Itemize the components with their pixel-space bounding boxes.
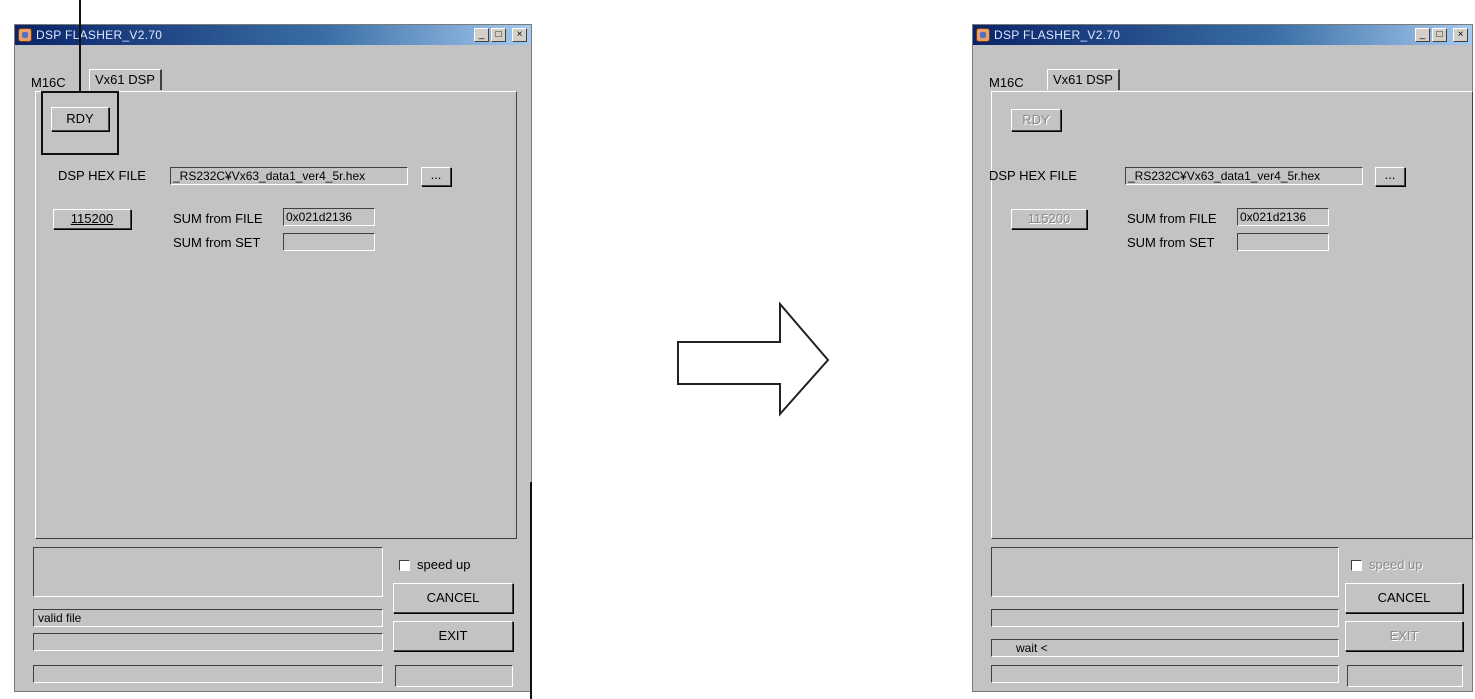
tab-m16c[interactable]: M16C <box>989 75 1024 90</box>
tab-m16c[interactable]: M16C <box>31 75 66 90</box>
minimize-button[interactable]: _ <box>474 28 489 42</box>
message-box <box>33 547 383 597</box>
tab-panel <box>35 91 517 539</box>
dsp-hex-file-field[interactable]: _RS232C¥Vx63_data1_ver4_5r.hex <box>170 167 408 185</box>
progress-box <box>1347 665 1463 687</box>
browse-button[interactable]: ... <box>1375 167 1405 186</box>
cancel-button[interactable]: CANCEL <box>1345 583 1463 613</box>
message-box <box>991 547 1339 597</box>
baud-rate-button[interactable]: 115200 <box>53 209 131 229</box>
close-button[interactable]: × <box>512 28 527 42</box>
app-icon <box>976 28 990 42</box>
sum-from-set-field <box>1237 233 1329 251</box>
left-dsp-flasher-window: DSP FLASHER_V2.70 _ □ × M16C Vx61 DSP RD… <box>14 24 532 692</box>
close-button[interactable]: × <box>1453 28 1468 42</box>
maximize-button[interactable]: □ <box>1432 28 1447 42</box>
sum-from-set-label: SUM from SET <box>173 235 261 250</box>
status-line-1 <box>991 609 1339 627</box>
baud-rate-button[interactable]: 115200 <box>1011 209 1087 229</box>
tab-panel <box>991 91 1473 539</box>
speed-up-label: speed up <box>417 557 471 572</box>
highlight-box <box>41 91 119 155</box>
status-line-2: wait < <box>991 639 1339 657</box>
sum-from-file-field: 0x021d2136 <box>283 208 375 226</box>
right-arrow-outline-icon <box>677 302 830 417</box>
title-bar[interactable]: DSP FLASHER_V2.70 _ □ × <box>15 25 531 45</box>
window-title: DSP FLASHER_V2.70 <box>36 28 163 42</box>
speed-up-checkbox[interactable] <box>399 560 410 571</box>
cancel-button[interactable]: CANCEL <box>393 583 513 613</box>
sum-from-set-field <box>283 233 375 251</box>
app-icon <box>18 28 32 42</box>
status-line-1: valid file <box>33 609 383 627</box>
callout-line <box>79 0 81 92</box>
rdy-button[interactable]: RDY <box>1011 109 1061 131</box>
sum-from-file-field: 0x021d2136 <box>1237 208 1329 226</box>
exit-button[interactable]: EXIT <box>393 621 513 651</box>
tab-vx61-dsp[interactable]: Vx61 DSP <box>1047 69 1120 90</box>
dsp-hex-file-label: DSP HEX FILE <box>989 168 1077 183</box>
browse-button[interactable]: ... <box>421 167 451 186</box>
sum-from-file-label: SUM from FILE <box>1127 211 1217 226</box>
window-title: DSP FLASHER_V2.70 <box>994 28 1121 42</box>
minimize-button[interactable]: _ <box>1415 28 1430 42</box>
status-line-3 <box>33 665 383 683</box>
right-dsp-flasher-window: DSP FLASHER_V2.70 _ □ × M16C Vx61 DSP RD… <box>972 24 1473 692</box>
dsp-hex-file-field[interactable]: _RS232C¥Vx63_data1_ver4_5r.hex <box>1125 167 1363 185</box>
progress-box <box>395 665 513 687</box>
status-line-2 <box>33 633 383 651</box>
dsp-hex-file-label: DSP HEX FILE <box>58 168 146 183</box>
sum-from-set-label: SUM from SET <box>1127 235 1215 250</box>
tab-vx61-dsp[interactable]: Vx61 DSP <box>89 69 162 90</box>
speed-up-label: speed up <box>1369 557 1423 572</box>
title-bar[interactable]: DSP FLASHER_V2.70 _ □ × <box>973 25 1472 45</box>
sum-from-file-label: SUM from FILE <box>173 211 263 226</box>
speed-up-checkbox[interactable] <box>1351 560 1362 571</box>
status-line-3 <box>991 665 1339 683</box>
window-edge-line <box>530 482 532 699</box>
maximize-button[interactable]: □ <box>491 28 506 42</box>
exit-button[interactable]: EXIT <box>1345 621 1463 651</box>
